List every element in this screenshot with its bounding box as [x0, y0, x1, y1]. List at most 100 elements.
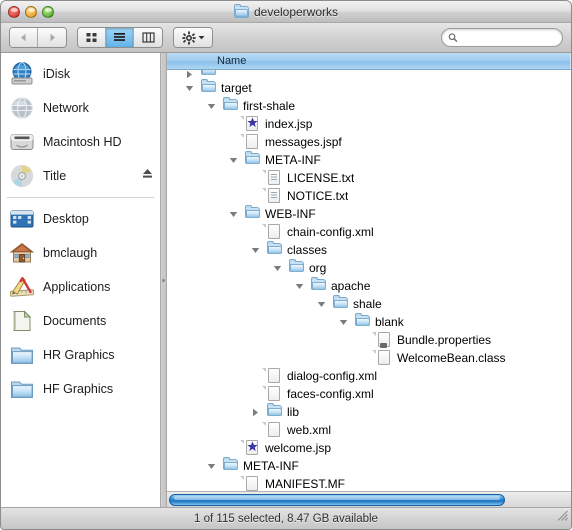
table-row[interactable]: LICENSE.txt — [167, 169, 571, 187]
table-row[interactable]: target — [167, 79, 571, 97]
disclosure-toggle[interactable] — [183, 70, 196, 79]
back-arrow-icon — [21, 33, 26, 42]
sidebar-item-label: HR Graphics — [43, 348, 115, 362]
column-header-name[interactable]: Name — [217, 55, 246, 67]
table-row[interactable]: MANIFEST.MF — [167, 475, 571, 491]
table-row[interactable]: apache — [167, 277, 571, 295]
table-row[interactable]: index.jsp — [167, 115, 571, 133]
file-name-label: index.jsp — [265, 117, 313, 131]
table-row[interactable]: dialog-config.xml — [167, 367, 571, 385]
table-row[interactable]: META-INF — [167, 457, 571, 475]
disclosure-toggle[interactable] — [315, 300, 328, 309]
action-button[interactable] — [174, 28, 212, 47]
file-name-label: chain-config.xml — [287, 225, 374, 239]
disclosure-toggle[interactable] — [227, 156, 240, 165]
disclosure-toggle[interactable] — [227, 210, 240, 219]
disclosure-toggle[interactable] — [293, 282, 306, 291]
table-row[interactable]: classes — [167, 241, 571, 259]
minimize-button[interactable] — [25, 5, 37, 18]
file-name-label: dialog-config.xml — [287, 369, 378, 383]
file-name-label: META-INF — [265, 153, 321, 167]
table-row[interactable]: first-shale — [167, 97, 571, 115]
file-name-label: WEB-INF — [265, 207, 316, 221]
sidebar-item-label: Macintosh HD — [43, 135, 122, 149]
folder-icon — [233, 3, 249, 18]
disclosure-toggle[interactable] — [205, 102, 218, 111]
back-button[interactable] — [10, 28, 38, 47]
sidebar-item-hf-graphics[interactable]: HF Graphics — [1, 372, 160, 406]
eject-icon[interactable] — [141, 167, 154, 185]
disclosure-toggle[interactable] — [271, 264, 284, 273]
sidebar-item-macintosh-hd[interactable]: Macintosh HD — [1, 125, 160, 159]
table-row[interactable]: WelcomeBean.class — [167, 343, 571, 367]
network-icon — [9, 95, 35, 121]
title-bar[interactable]: developerworks — [1, 1, 571, 23]
list-view-button[interactable] — [106, 28, 134, 47]
sidebar-item-title[interactable]: Title — [1, 159, 160, 193]
navigation-buttons — [9, 27, 67, 48]
disclosure-toggle[interactable] — [183, 84, 196, 93]
sidebar-item-idisk[interactable]: iDisk — [1, 57, 160, 91]
scrollbar-thumb[interactable] — [169, 493, 505, 506]
table-row[interactable]: shale — [167, 295, 571, 313]
file-name-label: classes — [287, 243, 328, 257]
file-list-pane: Name target first-shale index.jsp messages.… — [167, 53, 571, 507]
action-menu-group — [173, 27, 213, 48]
search-container — [441, 28, 563, 47]
disclosure-triangle-collapsed-icon — [187, 70, 192, 79]
column-view-button[interactable] — [134, 28, 162, 47]
table-row[interactable]: blank — [167, 313, 571, 331]
file-name-label: Bundle.properties — [397, 333, 492, 347]
sidebar-item-documents[interactable]: Documents — [1, 304, 160, 338]
file-name-label: faces-config.xml — [287, 387, 374, 401]
disclosure-triangle-expanded-icon — [229, 211, 238, 217]
table-row[interactable]: Bundle.properties — [167, 331, 571, 349]
search-input[interactable] — [460, 31, 556, 44]
sidebar-item-desktop[interactable]: Desktop — [1, 202, 160, 236]
toolbar — [1, 23, 571, 53]
sidebar-item-label: Network — [43, 101, 89, 115]
table-row[interactable]: WEB-INF — [167, 205, 571, 223]
window-title: developerworks — [253, 4, 339, 19]
disclosure-toggle[interactable] — [249, 246, 262, 255]
icon-view-button[interactable] — [78, 28, 106, 47]
disclosure-toggle[interactable] — [205, 462, 218, 471]
zoom-button[interactable] — [42, 5, 54, 18]
sidebar-item-hr-graphics[interactable]: HR Graphics — [1, 338, 160, 372]
finder-window: developerworks iDisk Network Macintosh H… — [0, 0, 572, 530]
cd-icon — [9, 163, 35, 189]
grid-icon — [86, 33, 97, 42]
table-row[interactable]: faces-config.xml — [167, 385, 571, 403]
sidebar-resize-handle[interactable] — [160, 53, 167, 507]
table-row[interactable]: welcome.jsp — [167, 439, 571, 457]
horizontal-scrollbar[interactable] — [167, 491, 571, 507]
search-icon — [448, 33, 458, 42]
table-row[interactable]: web.xml — [167, 421, 571, 439]
disclosure-triangle-expanded-icon — [251, 247, 260, 253]
disclosure-toggle[interactable] — [249, 408, 262, 417]
table-row[interactable]: NOTICE.txt — [167, 187, 571, 205]
close-button[interactable] — [8, 5, 20, 18]
disclosure-triangle-expanded-icon — [339, 319, 348, 325]
disclosure-toggle[interactable] — [337, 318, 350, 327]
file-name-label: META-INF — [243, 459, 299, 473]
resize-grip[interactable] — [556, 509, 569, 527]
forward-button[interactable] — [38, 28, 66, 47]
search-field[interactable] — [441, 28, 563, 47]
file-name-label: messages.jspf — [265, 135, 342, 149]
table-row[interactable]: org — [167, 259, 571, 277]
disclosure-triangle-expanded-icon — [207, 103, 216, 109]
table-row[interactable]: messages.jspf — [167, 133, 571, 151]
sidebar-item-label: Desktop — [43, 212, 89, 226]
file-name-label: shale — [353, 297, 382, 311]
table-row[interactable] — [167, 70, 571, 79]
table-row[interactable]: META-INF — [167, 151, 571, 169]
file-name-label: apache — [331, 279, 371, 293]
table-row[interactable]: lib — [167, 403, 571, 421]
table-row[interactable]: chain-config.xml — [167, 223, 571, 241]
home-icon — [9, 240, 35, 266]
sidebar-item-applications[interactable]: Applications — [1, 270, 160, 304]
sidebar-item-network[interactable]: Network — [1, 91, 160, 125]
folder-icon — [9, 342, 35, 368]
sidebar-item-bmclaugh[interactable]: bmclaugh — [1, 236, 160, 270]
